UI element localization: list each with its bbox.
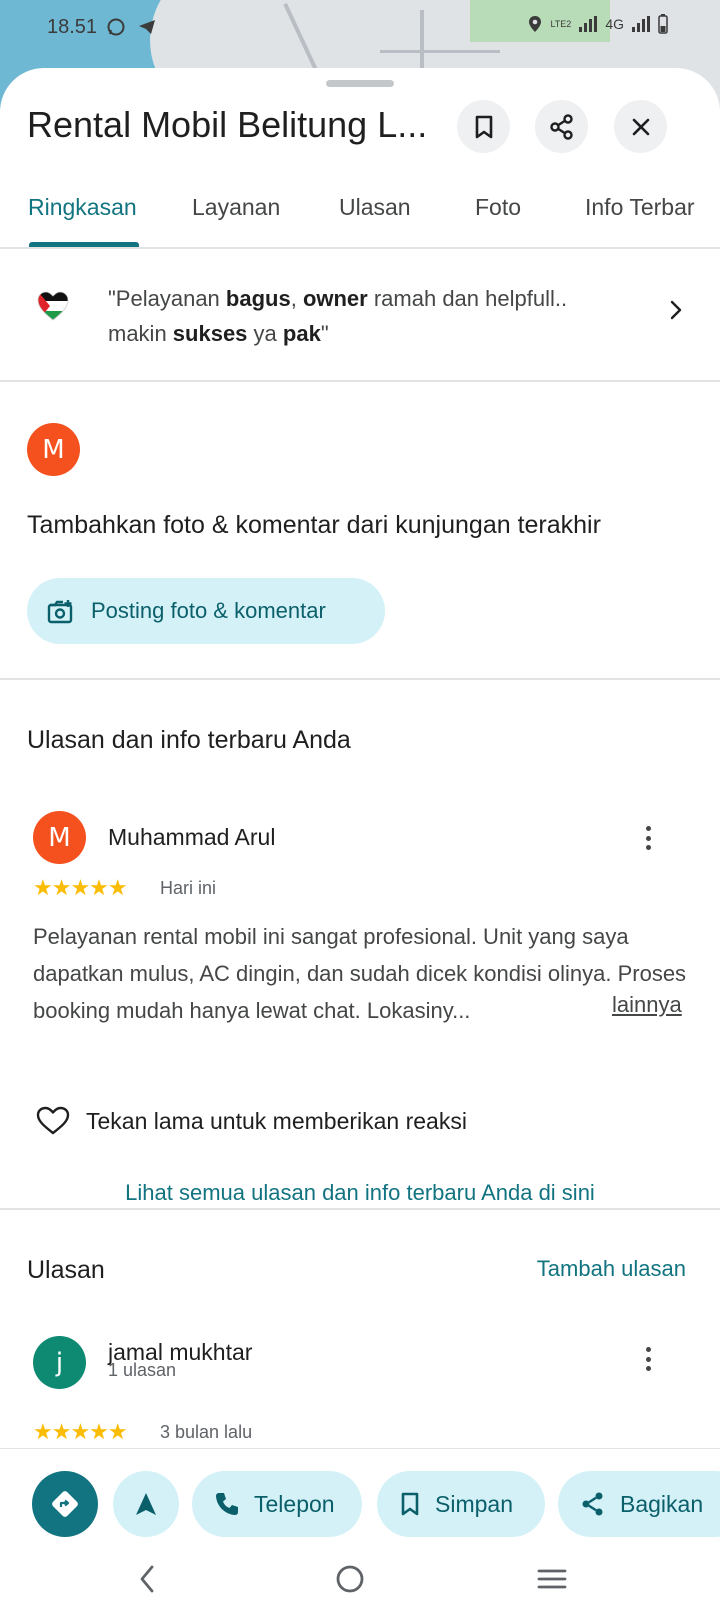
- avatar[interactable]: M: [33, 811, 86, 864]
- status-time: 18.51: [47, 16, 98, 38]
- notification-icons: [106, 16, 157, 37]
- action-bar: Telepon Simpan Bagikan: [0, 1448, 720, 1548]
- save-header-button[interactable]: [457, 100, 510, 153]
- close-button[interactable]: [614, 100, 667, 153]
- share-button[interactable]: Bagikan: [558, 1471, 720, 1537]
- battery-icon: [658, 14, 668, 34]
- back-icon[interactable]: [134, 1562, 160, 1596]
- tab-foto[interactable]: Foto: [475, 194, 521, 221]
- home-icon[interactable]: [334, 1562, 366, 1596]
- react-button[interactable]: Tekan lama untuk memberikan reaksi: [36, 1106, 467, 1136]
- directions-icon: [52, 1491, 78, 1517]
- recent-apps-icon[interactable]: [536, 1562, 568, 1596]
- call-label: Telepon: [254, 1490, 335, 1517]
- post-button-label: Posting foto & komentar: [91, 598, 326, 623]
- tab-ringkasan[interactable]: Ringkasan: [28, 194, 137, 221]
- close-icon: [632, 118, 649, 135]
- share-icon: [582, 1492, 603, 1516]
- navigation-arrow-icon: [136, 1493, 156, 1515]
- contribute-section: M Tambahkan foto & komentar dari kunjung…: [0, 384, 720, 680]
- status-bar: 18.51 LTE2 4G: [0, 0, 720, 56]
- signal-icon: [632, 16, 650, 32]
- heart-icon: [36, 1106, 70, 1135]
- post-photo-comment-button[interactable]: Posting foto & komentar: [27, 578, 385, 644]
- system-nav-bar: [0, 1548, 720, 1612]
- section-title: Ulasan dan info terbaru Anda: [27, 726, 351, 754]
- directions-button[interactable]: [32, 1471, 98, 1537]
- signal-icon: [579, 16, 598, 32]
- reviewer-name[interactable]: Muhammad Arul: [108, 824, 275, 851]
- telegram-icon: [139, 20, 156, 35]
- react-label: Tekan lama untuk memberikan reaksi: [86, 1107, 467, 1134]
- see-all-my-reviews-link[interactable]: Lihat semua ulasan dan info terbaru Anda…: [0, 1180, 720, 1206]
- heart-flag-icon: [37, 291, 69, 321]
- start-navigation-button[interactable]: [113, 1471, 179, 1537]
- tab-layanan[interactable]: Layanan: [192, 194, 280, 221]
- lte-label: LTE2: [550, 19, 572, 29]
- add-photo-icon: [47, 600, 73, 624]
- bookmark-icon: [401, 1492, 419, 1516]
- share-header-button[interactable]: [535, 100, 588, 153]
- section-title: Ulasan: [27, 1256, 105, 1284]
- system-icons: LTE2 4G: [528, 14, 668, 34]
- review-date: Hari ini: [160, 878, 217, 898]
- location-icon: [529, 16, 542, 32]
- chevron-right-icon: [670, 300, 682, 320]
- share-label: Bagikan: [620, 1490, 704, 1517]
- share-icon: [549, 113, 573, 140]
- more-options-button[interactable]: [636, 1344, 660, 1374]
- my-review-section: Ulasan dan info terbaru Anda M Muhammad …: [0, 682, 720, 1210]
- tab-ulasan[interactable]: Ulasan: [339, 194, 411, 221]
- tab-bar: Ringkasan Layanan Ulasan Foto Info Terba…: [0, 180, 720, 249]
- drag-handle[interactable]: [326, 80, 394, 87]
- review-date: 3 bulan lalu: [160, 1422, 253, 1442]
- place-title: Rental Mobil Belitung L...: [27, 104, 428, 145]
- read-more-link[interactable]: lainnya: [612, 992, 682, 1018]
- add-review-button[interactable]: Tambah ulasan: [537, 1256, 686, 1282]
- phone-icon: [216, 1493, 238, 1515]
- whatsapp-icon: [107, 18, 125, 36]
- star-rating: ★★★★★: [33, 1420, 128, 1445]
- avatar[interactable]: j: [33, 1336, 86, 1389]
- review-text[interactable]: Pelayanan rental mobil ini sangat profes…: [33, 918, 693, 1029]
- reviewer-review-count: 1 ulasan: [108, 1360, 177, 1380]
- place-sheet: Rental Mobil Belitung L... Ringkasan Lay…: [0, 68, 720, 1612]
- call-button[interactable]: Telepon: [192, 1471, 362, 1537]
- bookmark-icon: [475, 115, 492, 138]
- avatar: M: [27, 423, 80, 476]
- network-label: 4G: [605, 16, 624, 32]
- contribute-title: Tambahkan foto & komentar dari kunjungan…: [27, 511, 601, 539]
- more-options-button[interactable]: [636, 823, 660, 853]
- star-rating: ★★★★★: [33, 876, 128, 901]
- highlight-quote: "Pelayanan bagus, owner ramah dan helpfu…: [108, 286, 568, 346]
- save-label: Simpan: [435, 1490, 513, 1517]
- tab-info-terbaru[interactable]: Info Terbar: [585, 194, 695, 221]
- review-highlight[interactable]: "Pelayanan bagus, owner ramah dan helpfu…: [0, 251, 720, 382]
- active-tab-indicator: [29, 242, 139, 247]
- save-button[interactable]: Simpan: [377, 1471, 545, 1537]
